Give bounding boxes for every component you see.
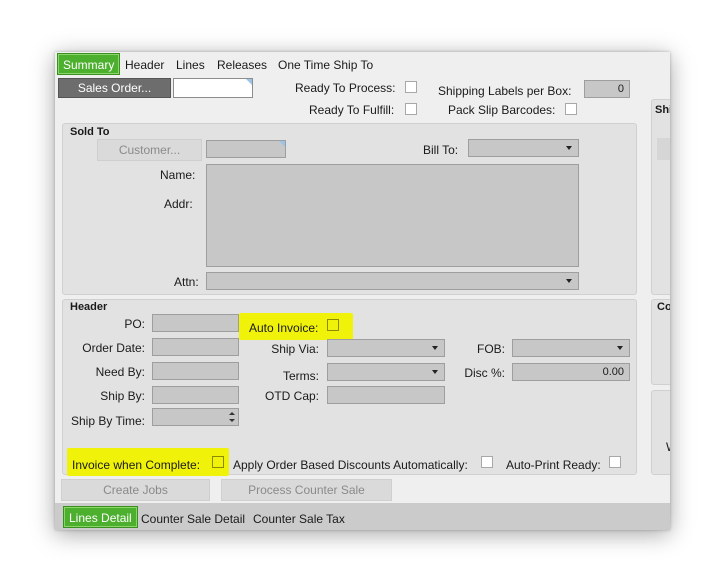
- auto-invoice-checkbox[interactable]: [327, 319, 339, 331]
- ship-to-title-partial: Shi: [655, 104, 670, 116]
- detail-tab-bar: Lines Detail Counter Sale Detail Counter…: [55, 503, 670, 530]
- po-label: PO:: [124, 317, 145, 331]
- tab-counter-sale-detail[interactable]: Counter Sale Detail: [141, 512, 245, 526]
- sold-to-title: Sold To: [70, 126, 110, 138]
- need-by-label: Need By:: [95, 365, 145, 379]
- attn-label: Attn:: [174, 275, 199, 289]
- name-address-textarea[interactable]: [206, 164, 579, 267]
- customer-button[interactable]: Customer...: [97, 139, 202, 161]
- bill-to-dropdown[interactable]: [468, 139, 579, 157]
- other-panel-partial: [651, 390, 670, 475]
- po-field[interactable]: [152, 314, 239, 332]
- addr-label: Addr:: [164, 197, 193, 211]
- sales-order-entry-window: Summary Header Lines Releases One Time S…: [55, 52, 670, 530]
- otd-cap-label: OTD Cap:: [264, 389, 319, 403]
- invoice-when-complete-checkbox[interactable]: [212, 456, 224, 468]
- tab-lines[interactable]: Lines: [176, 58, 205, 72]
- bill-to-label: Bill To:: [423, 143, 459, 157]
- sales-order-button[interactable]: Sales Order...: [58, 78, 171, 98]
- ready-to-fulfill-label: Ready To Fulfill:: [309, 103, 395, 117]
- comments-title-partial: Co: [657, 301, 670, 313]
- tab-lines-detail[interactable]: Lines Detail: [63, 506, 138, 528]
- auto-print-ready-label: Auto-Print Ready:: [506, 458, 601, 472]
- fob-label: FOB:: [476, 342, 505, 356]
- apply-order-discounts-checkbox[interactable]: [481, 456, 493, 468]
- ship-via-dropdown[interactable]: [327, 339, 445, 357]
- ready-to-process-checkbox[interactable]: [405, 81, 417, 93]
- ship-to-panel-partial: [651, 99, 670, 295]
- chevron-down-icon: [432, 370, 438, 374]
- tab-summary[interactable]: Summary: [57, 53, 121, 75]
- process-counter-sale-button[interactable]: Process Counter Sale: [221, 479, 392, 501]
- auto-print-ready-checkbox[interactable]: [609, 456, 621, 468]
- ship-by-time-stepper[interactable]: [152, 408, 239, 426]
- otd-cap-field[interactable]: [327, 386, 445, 404]
- w-label-partial: W: [666, 440, 670, 454]
- create-jobs-button[interactable]: Create Jobs: [61, 479, 210, 501]
- disc-pct-field[interactable]: 0.00: [512, 363, 630, 381]
- ship-by-field[interactable]: [152, 386, 239, 404]
- ship-by-label: Ship By:: [100, 389, 145, 403]
- sales-order-input[interactable]: [173, 78, 253, 98]
- name-label: Name:: [160, 168, 196, 182]
- ship-by-time-label: Ship By Time:: [70, 414, 145, 428]
- ready-to-fulfill-checkbox[interactable]: [405, 103, 417, 115]
- terms-dropdown[interactable]: [327, 363, 445, 381]
- auto-invoice-label: Auto Invoice:: [249, 321, 319, 335]
- pack-slip-barcodes-checkbox[interactable]: [565, 103, 577, 115]
- shipping-labels-per-box-label: Shipping Labels per Box:: [438, 84, 572, 98]
- spin-down-icon[interactable]: [229, 419, 235, 422]
- chevron-down-icon: [566, 146, 572, 150]
- disc-pct-label: Disc %:: [464, 366, 505, 380]
- ready-to-process-label: Ready To Process:: [295, 81, 396, 95]
- customer-id-field[interactable]: [206, 140, 286, 158]
- pack-slip-barcodes-label: Pack Slip Barcodes:: [448, 103, 556, 117]
- invoice-when-complete-label: Invoice when Complete:: [72, 458, 201, 472]
- attn-dropdown[interactable]: [206, 272, 579, 290]
- need-by-field[interactable]: [152, 362, 239, 380]
- chevron-down-icon: [432, 346, 438, 350]
- apply-order-discounts-label: Apply Order Based Discounts Automaticall…: [233, 458, 468, 472]
- order-date-field[interactable]: [152, 338, 239, 356]
- tab-counter-sale-tax[interactable]: Counter Sale Tax: [253, 512, 345, 526]
- tab-one-time-ship-to[interactable]: One Time Ship To: [278, 58, 373, 72]
- terms-label: Terms:: [283, 369, 319, 383]
- spin-up-icon[interactable]: [229, 412, 235, 415]
- ship-to-button-partial[interactable]: [657, 138, 670, 160]
- tab-releases[interactable]: Releases: [217, 58, 267, 72]
- fob-dropdown[interactable]: [512, 339, 630, 357]
- header-title: Header: [70, 301, 108, 313]
- shipping-labels-per-box-field[interactable]: 0: [584, 80, 630, 98]
- chevron-down-icon: [617, 346, 623, 350]
- ship-via-label: Ship Via:: [271, 342, 319, 356]
- main-tab-bar: Summary Header Lines Releases One Time S…: [55, 52, 670, 76]
- tab-header[interactable]: Header: [125, 58, 164, 72]
- chevron-down-icon: [566, 279, 572, 283]
- order-date-label: Order Date:: [82, 341, 145, 355]
